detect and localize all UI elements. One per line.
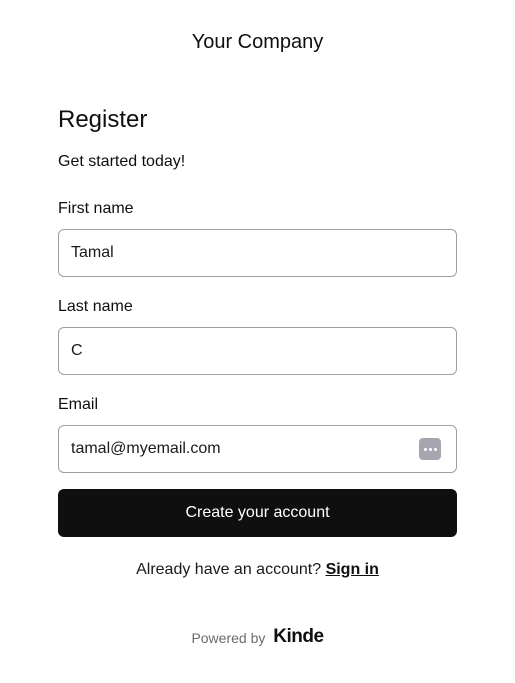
signin-row: Already have an account? Sign in xyxy=(0,560,515,580)
last-name-field-wrapper xyxy=(58,327,457,375)
email-field-wrapper xyxy=(58,425,457,473)
page-title: Register xyxy=(58,106,148,133)
last-name-label: Last name xyxy=(58,298,133,315)
email-label: Email xyxy=(58,396,99,413)
first-name-input[interactable] xyxy=(58,229,457,277)
email-input[interactable] xyxy=(58,425,457,473)
signin-prompt: Already have an account? xyxy=(136,561,322,578)
powered-by-text: Powered by xyxy=(191,630,266,646)
register-form: Register Get started today! First name L… xyxy=(58,100,457,537)
sign-in-link[interactable]: Sign in xyxy=(326,561,379,578)
last-name-input[interactable] xyxy=(58,327,457,375)
first-name-field-wrapper xyxy=(58,229,457,277)
page-subtitle: Get started today! xyxy=(58,153,186,170)
register-page: Your Company Register Get started today!… xyxy=(0,0,515,683)
powered-by-footer: Powered by Kinde xyxy=(0,626,515,648)
create-account-button[interactable]: Create your account xyxy=(58,489,457,537)
first-name-label: First name xyxy=(58,200,134,217)
kinde-logo[interactable]: Kinde xyxy=(273,626,324,647)
password-manager-icon[interactable] xyxy=(419,438,441,460)
company-name: Your Company xyxy=(191,31,324,53)
